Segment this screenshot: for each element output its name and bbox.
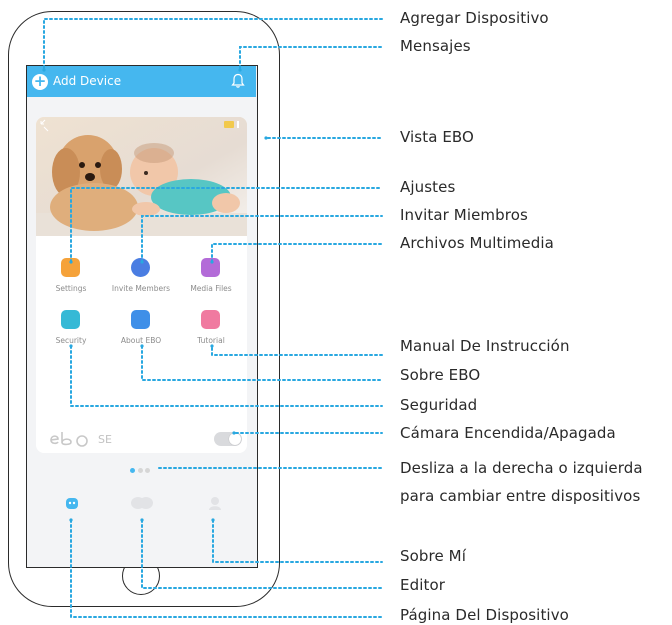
callout-about-me: Sobre Mí — [400, 547, 466, 565]
callout-security: Seguridad — [400, 396, 478, 414]
callout-dot-media — [210, 260, 214, 264]
callout-camera-toggle: Cámara Encendida/Apagada — [400, 424, 616, 442]
callout-dot-about-me — [211, 518, 215, 522]
callout-dot-tutorial — [210, 344, 214, 348]
callout-dot-security — [69, 344, 73, 348]
callout-swipe-line1: Desliza a la derecha o izquierda — [400, 459, 643, 477]
callout-settings: Ajustes — [400, 178, 456, 196]
callout-swipe-line2: para cambiar entre dispositivos — [400, 487, 641, 505]
callout-dot-settings — [69, 260, 73, 264]
callout-dot-about-ebo — [140, 344, 144, 348]
callout-tutorial: Manual De Instrucción — [400, 337, 570, 355]
callout-line-editor — [141, 519, 383, 589]
callout-device-page: Página Del Dispositivo — [400, 606, 569, 624]
callout-invite-members: Invitar Miembros — [400, 206, 528, 224]
callout-dot-ebo-view — [264, 136, 268, 140]
callout-line-messages — [239, 46, 383, 69]
callout-dot-device-page — [69, 518, 73, 522]
callout-dot-invite — [140, 260, 144, 264]
callout-line-tutorial — [211, 347, 383, 356]
callout-dot-editor — [140, 518, 144, 522]
callout-line-add-device — [43, 18, 383, 69]
callout-editor: Editor — [400, 576, 445, 594]
callout-line-about-ebo — [141, 345, 383, 381]
callout-media-files: Archivos Multimedia — [400, 234, 554, 252]
callout-dot-add-device — [42, 68, 46, 72]
callout-line-device-page — [70, 519, 383, 618]
callout-add-device: Agregar Dispositivo — [400, 9, 549, 27]
callout-dot-toggle — [232, 431, 236, 435]
callout-dot-messages — [238, 68, 242, 72]
callout-line-settings — [70, 187, 383, 263]
callout-line-about-me — [212, 519, 383, 563]
callout-messages: Mensajes — [400, 37, 471, 55]
callout-about-ebo: Sobre EBO — [400, 366, 481, 384]
callout-ebo-view: Vista EBO — [400, 128, 474, 146]
callout-line-media — [211, 243, 383, 263]
callout-line-invite — [141, 215, 383, 263]
callout-lines — [42, 18, 383, 618]
